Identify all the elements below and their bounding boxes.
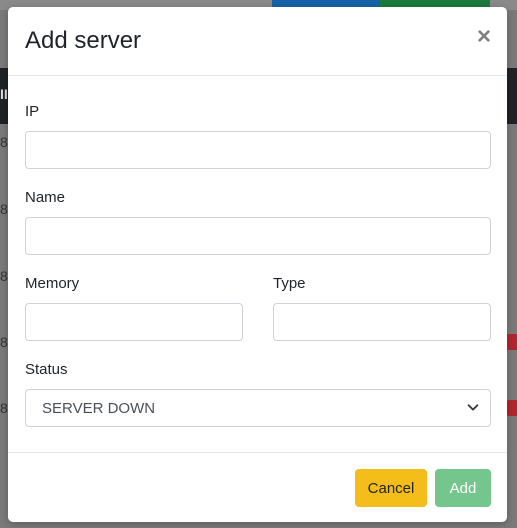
- ip-input[interactable]: [25, 131, 491, 169]
- name-input[interactable]: [25, 217, 491, 255]
- status-selected-value: SERVER DOWN: [42, 400, 156, 417]
- status-label: Status: [25, 361, 68, 378]
- name-label: Name: [25, 189, 66, 206]
- add-server-dialog: Add server × IP Name Memory Type Status …: [8, 7, 507, 522]
- memory-input[interactable]: [25, 303, 243, 341]
- dialog-title: Add server: [25, 27, 142, 54]
- add-button[interactable]: Add: [435, 469, 491, 507]
- memory-label: Memory: [25, 275, 80, 292]
- background-header-text: II: [0, 86, 8, 102]
- close-icon[interactable]: ×: [477, 25, 491, 49]
- dialog-footer: Cancel Add: [8, 452, 507, 523]
- cancel-button[interactable]: Cancel: [355, 469, 427, 507]
- status-select[interactable]: SERVER DOWN: [25, 389, 491, 427]
- background-status-badge: [506, 334, 517, 350]
- ip-label: IP: [25, 103, 40, 120]
- type-label: Type: [273, 275, 306, 292]
- background-status-badge: [506, 400, 517, 416]
- type-input[interactable]: [273, 303, 491, 341]
- dialog-header: Add server ×: [8, 7, 507, 76]
- chevron-down-icon: [467, 404, 479, 411]
